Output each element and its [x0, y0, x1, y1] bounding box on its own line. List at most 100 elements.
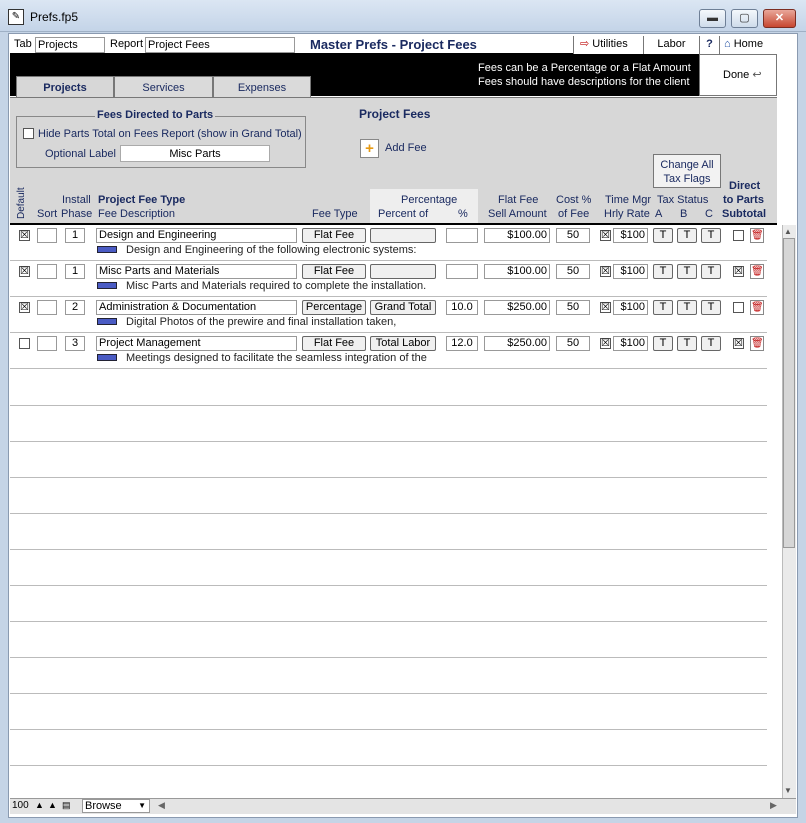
- home-button[interactable]: ⌂ Home: [719, 36, 777, 54]
- time-mgr-checkbox[interactable]: ☒: [600, 338, 611, 349]
- direct-parts-checkbox[interactable]: ☒: [733, 338, 744, 349]
- hrly-rate-field[interactable]: $100: [613, 336, 648, 351]
- phase-field[interactable]: 3: [65, 336, 85, 351]
- add-fee-label[interactable]: Add Fee: [385, 142, 427, 154]
- hrly-rate-field[interactable]: $100: [613, 264, 648, 279]
- fee-type-button[interactable]: Flat Fee: [302, 336, 366, 351]
- mode-select[interactable]: Browse ▼: [82, 799, 150, 813]
- hrly-rate-field[interactable]: $100: [613, 228, 648, 243]
- tax-c-button[interactable]: T: [701, 300, 721, 315]
- pencil-icon[interactable]: [97, 354, 117, 361]
- pct-field[interactable]: [446, 228, 478, 243]
- percent-of-button[interactable]: [370, 264, 436, 279]
- scroll-up-icon[interactable]: ▲: [784, 227, 792, 236]
- optional-label-field[interactable]: Misc Parts: [120, 145, 270, 162]
- phase-field[interactable]: 2: [65, 300, 85, 315]
- close-button[interactable]: ✕: [763, 9, 796, 28]
- hide-parts-checkbox[interactable]: [23, 128, 34, 139]
- tax-b-button[interactable]: T: [677, 264, 697, 279]
- done-button[interactable]: Done ↩: [699, 54, 777, 96]
- utilities-button[interactable]: ⇨ Utilities: [573, 36, 643, 54]
- fee-type-button[interactable]: Percentage: [302, 300, 366, 315]
- labor-button[interactable]: Labor: [643, 36, 699, 54]
- fee-name-field[interactable]: Project Management: [96, 336, 297, 351]
- default-checkbox[interactable]: ☒: [19, 266, 30, 277]
- direct-parts-checkbox[interactable]: [733, 302, 744, 313]
- tab-field[interactable]: Projects: [35, 37, 105, 53]
- grid-line: [10, 477, 767, 478]
- cost-pct-field[interactable]: 50: [556, 336, 590, 351]
- scroll-down-icon[interactable]: ▼: [784, 786, 792, 795]
- scroll-right-icon[interactable]: ▶: [770, 800, 777, 811]
- tab-expenses[interactable]: Expenses: [213, 76, 311, 98]
- tax-b-button[interactable]: T: [677, 336, 697, 351]
- tax-a-button[interactable]: T: [653, 228, 673, 243]
- default-checkbox[interactable]: ☒: [19, 302, 30, 313]
- fee-type-button[interactable]: Flat Fee: [302, 228, 366, 243]
- tax-a-button[interactable]: T: [653, 264, 673, 279]
- sort-field[interactable]: [37, 264, 57, 279]
- cost-pct-field[interactable]: 50: [556, 300, 590, 315]
- zoom-level[interactable]: 100: [12, 800, 29, 811]
- layout-icon[interactable]: ▤: [62, 800, 71, 811]
- change-all-tax-flags-button[interactable]: Change All Tax Flags: [653, 154, 721, 188]
- home-label: Home: [733, 38, 764, 50]
- trash-icon[interactable]: 🗑: [750, 300, 764, 315]
- percent-of-button[interactable]: Grand Total: [370, 300, 436, 315]
- default-checkbox[interactable]: [19, 338, 30, 349]
- tab-services[interactable]: Services: [114, 76, 213, 98]
- sell-amount-field[interactable]: $250.00: [484, 336, 550, 351]
- cost-pct-field[interactable]: 50: [556, 264, 590, 279]
- default-checkbox[interactable]: ☒: [19, 230, 30, 241]
- fee-name-field[interactable]: Misc Parts and Materials: [96, 264, 297, 279]
- tax-a-button[interactable]: T: [653, 300, 673, 315]
- pencil-icon[interactable]: [97, 318, 117, 325]
- zoom-icon[interactable]: ▲: [35, 800, 44, 810]
- zoom-in-icon[interactable]: ▲: [48, 800, 57, 810]
- scroll-left-icon[interactable]: ◀: [158, 800, 165, 811]
- sell-amount-field[interactable]: $100.00: [484, 264, 550, 279]
- minimize-button[interactable]: ▬: [699, 9, 726, 28]
- percent-of-button[interactable]: Total Labor: [370, 336, 436, 351]
- col-phase: Phase: [61, 208, 93, 220]
- tax-c-button[interactable]: T: [701, 336, 721, 351]
- sort-field[interactable]: [37, 228, 57, 243]
- direct-parts-checkbox[interactable]: ☒: [733, 266, 744, 277]
- pct-field[interactable]: 10.0: [446, 300, 478, 315]
- trash-icon[interactable]: 🗑: [750, 336, 764, 351]
- tax-b-button[interactable]: T: [677, 300, 697, 315]
- report-field[interactable]: Project Fees: [145, 37, 295, 53]
- maximize-button[interactable]: ▢: [731, 9, 758, 28]
- sell-amount-field[interactable]: $100.00: [484, 228, 550, 243]
- trash-icon[interactable]: 🗑: [750, 228, 764, 243]
- hrly-rate-field[interactable]: $100: [613, 300, 648, 315]
- time-mgr-checkbox[interactable]: ☒: [600, 266, 611, 277]
- tax-c-button[interactable]: T: [701, 264, 721, 279]
- pencil-icon[interactable]: [97, 282, 117, 289]
- pct-field[interactable]: 12.0: [446, 336, 478, 351]
- scroll-thumb[interactable]: [783, 238, 795, 548]
- fee-type-button[interactable]: Flat Fee: [302, 264, 366, 279]
- tab-projects[interactable]: Projects: [16, 76, 114, 99]
- percent-of-button[interactable]: [370, 228, 436, 243]
- time-mgr-checkbox[interactable]: ☒: [600, 230, 611, 241]
- add-fee-icon[interactable]: +: [360, 139, 379, 158]
- help-button[interactable]: ?: [699, 36, 719, 54]
- direct-parts-checkbox[interactable]: [733, 230, 744, 241]
- time-mgr-checkbox[interactable]: ☒: [600, 302, 611, 313]
- tax-b-button[interactable]: T: [677, 228, 697, 243]
- fee-name-field[interactable]: Design and Engineering: [96, 228, 297, 243]
- sell-amount-field[interactable]: $250.00: [484, 300, 550, 315]
- fee-description: Design and Engineering of the following …: [126, 244, 417, 256]
- pct-field[interactable]: [446, 264, 478, 279]
- phase-field[interactable]: 1: [65, 264, 85, 279]
- sort-field[interactable]: [37, 300, 57, 315]
- phase-field[interactable]: 1: [65, 228, 85, 243]
- cost-pct-field[interactable]: 50: [556, 228, 590, 243]
- trash-icon[interactable]: 🗑: [750, 264, 764, 279]
- sort-field[interactable]: [37, 336, 57, 351]
- tax-a-button[interactable]: T: [653, 336, 673, 351]
- tax-c-button[interactable]: T: [701, 228, 721, 243]
- pencil-icon[interactable]: [97, 246, 117, 253]
- fee-name-field[interactable]: Administration & Documentation: [96, 300, 297, 315]
